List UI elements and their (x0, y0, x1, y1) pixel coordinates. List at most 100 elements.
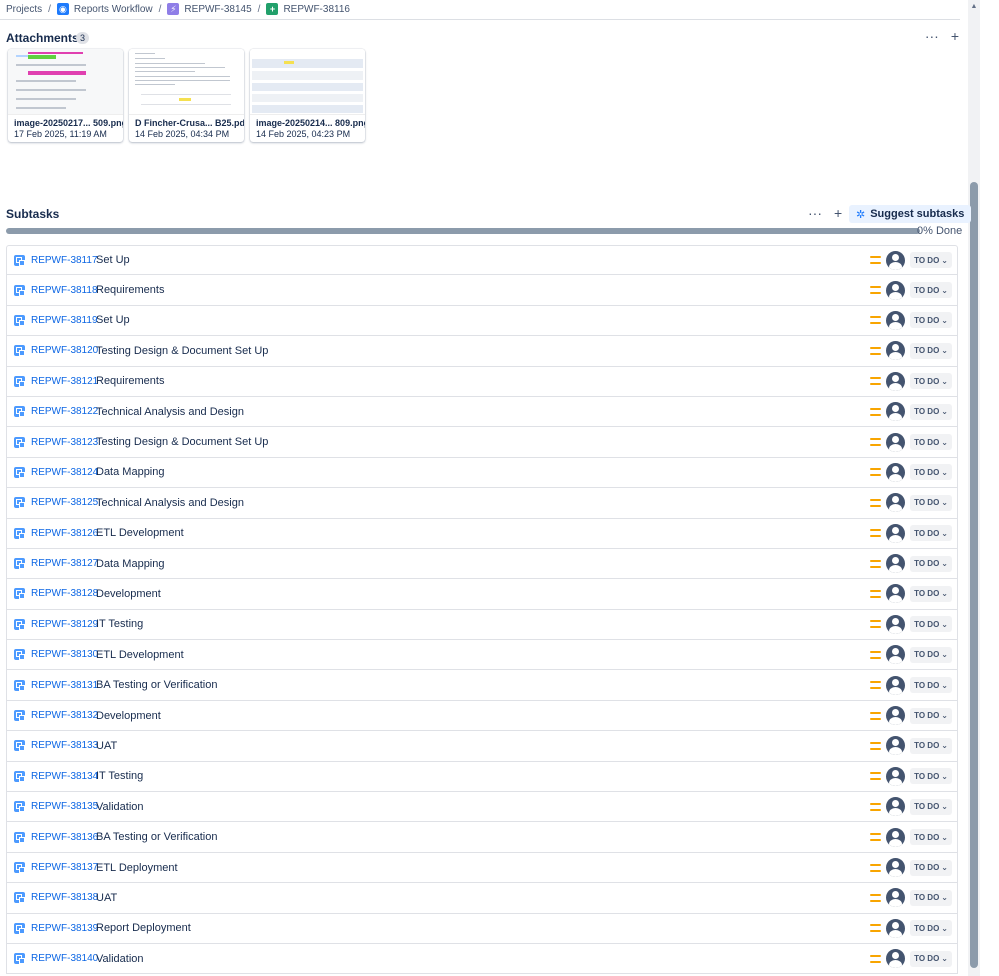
priority-medium-icon[interactable] (870, 468, 882, 477)
subtask-row[interactable]: REPWF-38134 IT Testing TO DO ⌄ (6, 761, 958, 793)
breadcrumb-issue-label[interactable]: REPWF-38116 (283, 4, 350, 15)
subtask-key-link[interactable]: REPWF-38124 (31, 467, 98, 478)
assignee-avatar-icon[interactable] (886, 858, 906, 877)
priority-medium-icon[interactable] (870, 589, 882, 598)
assignee-avatar-icon[interactable] (886, 462, 906, 482)
subtask-key-link[interactable]: REPWF-38120 (31, 345, 98, 356)
assignee-avatar-icon[interactable] (886, 949, 906, 969)
subtask-summary[interactable]: Development (96, 588, 161, 600)
assignee-avatar-icon[interactable] (886, 797, 906, 817)
subtask-summary[interactable]: ETL Deployment (96, 862, 178, 874)
subtask-summary[interactable]: UAT (96, 740, 117, 752)
subtask-row[interactable]: REPWF-38126 ETL Development TO DO ⌄ (6, 518, 958, 549)
subtask-row[interactable]: REPWF-38137 ETL Deployment TO DO ⌄ (6, 852, 958, 884)
assignee-avatar-icon[interactable] (886, 584, 906, 604)
status-dropdown[interactable]: TO DO ⌄ (910, 403, 952, 420)
more-icon[interactable]: ··· (808, 205, 822, 221)
subtask-key-link[interactable]: REPWF-38122 (31, 406, 98, 417)
assignee-avatar-icon[interactable] (886, 402, 906, 422)
status-dropdown[interactable]: TO DO ⌄ (910, 494, 952, 511)
priority-medium-icon[interactable] (870, 407, 882, 416)
subtask-key-link[interactable]: REPWF-38133 (31, 740, 98, 751)
subtask-key-link[interactable]: REPWF-38119 (31, 315, 98, 326)
scroll-up-arrow-icon[interactable]: ▲ (968, 2, 980, 12)
assignee-avatar-icon[interactable] (886, 432, 906, 452)
subtask-summary[interactable]: IT Testing (96, 770, 143, 782)
subtask-summary[interactable]: Testing Design & Document Set Up (96, 345, 268, 357)
status-dropdown[interactable]: TO DO ⌄ (910, 616, 952, 633)
subtask-key-link[interactable]: REPWF-38128 (31, 588, 98, 599)
assignee-avatar-icon[interactable] (886, 645, 906, 665)
priority-medium-icon[interactable] (870, 711, 882, 720)
suggest-subtasks-button[interactable]: ✲ Suggest subtasks (849, 205, 972, 223)
status-dropdown[interactable]: TO DO ⌄ (910, 768, 952, 785)
status-dropdown[interactable]: TO DO ⌄ (910, 282, 952, 299)
subtask-key-link[interactable]: REPWF-38134 (31, 771, 98, 782)
breadcrumb-project-label[interactable]: Reports Workflow (74, 4, 153, 15)
subtask-summary[interactable]: Report Deployment (96, 922, 191, 934)
subtask-row[interactable]: REPWF-38119 Set Up TO DO ⌄ (6, 305, 958, 337)
subtask-key-link[interactable]: REPWF-38126 (31, 528, 98, 539)
subtask-summary[interactable]: BA Testing or Verification (96, 679, 217, 691)
priority-medium-icon[interactable] (870, 346, 882, 355)
subtask-summary[interactable]: ETL Development (96, 527, 184, 539)
assignee-avatar-icon[interactable] (886, 554, 906, 574)
subtask-summary[interactable]: Data Mapping (96, 558, 165, 570)
assignee-avatar-icon[interactable] (886, 766, 906, 786)
priority-medium-icon[interactable] (870, 772, 882, 781)
subtask-key-link[interactable]: REPWF-38129 (31, 619, 98, 630)
status-dropdown[interactable]: TO DO ⌄ (910, 829, 952, 846)
subtask-key-link[interactable]: REPWF-38130 (31, 649, 98, 660)
subtask-summary[interactable]: Requirements (96, 375, 164, 387)
subtask-key-link[interactable]: REPWF-38132 (31, 710, 98, 721)
priority-medium-icon[interactable] (870, 377, 882, 386)
subtask-summary[interactable]: Requirements (96, 284, 164, 296)
subtask-row[interactable]: REPWF-38130 ETL Development TO DO ⌄ (6, 640, 958, 671)
assignee-avatar-icon[interactable] (886, 523, 906, 543)
priority-medium-icon[interactable] (870, 316, 882, 325)
subtask-row[interactable]: REPWF-38129 IT Testing TO DO ⌄ (6, 609, 958, 641)
scrollbar[interactable]: ▲ (968, 0, 980, 976)
assignee-avatar-icon[interactable] (886, 614, 906, 634)
status-dropdown[interactable]: TO DO ⌄ (910, 342, 952, 359)
priority-medium-icon[interactable] (870, 529, 882, 538)
assignee-avatar-icon[interactable] (886, 888, 906, 908)
assignee-avatar-icon[interactable] (886, 250, 906, 270)
status-dropdown[interactable]: TO DO ⌄ (910, 525, 952, 542)
priority-medium-icon[interactable] (870, 438, 882, 447)
breadcrumb-projects[interactable]: Projects (6, 4, 42, 15)
assignee-avatar-icon[interactable] (886, 736, 906, 756)
breadcrumb-project[interactable]: ◉ Reports Workflow (56, 3, 153, 15)
subtask-row[interactable]: REPWF-38138 UAT TO DO ⌄ (6, 883, 958, 914)
subtask-row[interactable]: REPWF-38133 UAT TO DO ⌄ (6, 731, 958, 762)
assignee-avatar-icon[interactable] (886, 675, 906, 695)
subtask-row[interactable]: REPWF-38135 Validation TO DO ⌄ (6, 792, 958, 823)
subtask-key-link[interactable]: REPWF-38123 (31, 437, 98, 448)
status-dropdown[interactable]: TO DO ⌄ (910, 737, 952, 754)
status-dropdown[interactable]: TO DO ⌄ (910, 555, 952, 572)
subtask-summary[interactable]: BA Testing or Verification (96, 831, 217, 843)
subtask-summary[interactable]: Technical Analysis and Design (96, 497, 244, 509)
subtask-row[interactable]: REPWF-38127 Data Mapping TO DO ⌄ (6, 548, 958, 580)
priority-medium-icon[interactable] (870, 954, 882, 963)
assignee-avatar-icon[interactable] (886, 493, 906, 513)
status-dropdown[interactable]: TO DO ⌄ (910, 859, 952, 876)
subtask-row[interactable]: REPWF-38131 BA Testing or Verification TO … (6, 670, 958, 701)
status-dropdown[interactable]: TO DO ⌄ (910, 373, 952, 390)
subtask-row[interactable]: REPWF-38124 Data Mapping TO DO ⌄ (6, 457, 958, 489)
assignee-avatar-icon[interactable] (886, 918, 906, 938)
subtask-key-link[interactable]: REPWF-38131 (31, 680, 98, 691)
subtask-key-link[interactable]: REPWF-38118 (31, 285, 98, 296)
priority-medium-icon[interactable] (870, 498, 882, 507)
assignee-avatar-icon[interactable] (886, 827, 906, 847)
priority-medium-icon[interactable] (870, 802, 882, 811)
attachment-card[interactable]: D Fincher-Crusa... B25.pdf 14 Feb 2025, … (129, 49, 244, 142)
subtask-key-link[interactable]: REPWF-38117 (31, 255, 98, 266)
subtask-key-link[interactable]: REPWF-38137 (31, 862, 98, 873)
subtask-key-link[interactable]: REPWF-38135 (31, 801, 98, 812)
subtask-row[interactable]: REPWF-38123 Testing Design & Document Set… (6, 427, 958, 458)
priority-medium-icon[interactable] (870, 863, 882, 872)
priority-medium-icon[interactable] (870, 741, 882, 750)
priority-medium-icon[interactable] (870, 286, 882, 295)
priority-medium-icon[interactable] (870, 559, 882, 568)
